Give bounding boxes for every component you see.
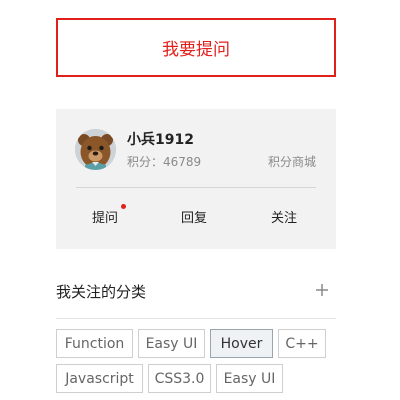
action-reply-label: 回复 [181, 211, 208, 226]
action-ask-label: 提问 [92, 211, 119, 226]
avatar[interactable] [75, 129, 116, 170]
points-value: 46789 [163, 155, 202, 169]
plus-icon[interactable] [314, 282, 330, 298]
action-reply[interactable]: 回复 [181, 207, 207, 226]
action-follow-label: 关注 [271, 211, 298, 226]
action-follow[interactable]: 关注 [271, 207, 297, 226]
points-label: 积分： [127, 155, 164, 169]
category-tag-active[interactable]: Hover [210, 329, 273, 358]
notification-dot-icon [121, 204, 127, 209]
category-tag[interactable]: CSS3.0 [148, 364, 211, 393]
category-tag[interactable]: Easy UI [216, 364, 283, 393]
followed-categories-title: 我关注的分类 [56, 283, 147, 301]
user-profile-card: 小兵1912 积分：46789 积分商城 提问 回复 关注 [56, 109, 336, 249]
action-ask[interactable]: 提问 [92, 204, 127, 226]
profile-actions: 提问 回复 关注 [56, 204, 336, 229]
card-divider [76, 187, 316, 188]
category-tag[interactable]: Easy UI [138, 329, 205, 358]
ask-question-button[interactable]: 我要提问 [56, 18, 336, 77]
username: 小兵1912 [127, 132, 194, 148]
points-mall-link[interactable]: 积分商城 [268, 153, 316, 170]
points-info: 积分：46789 [127, 153, 201, 170]
section-divider [56, 318, 336, 319]
category-tag[interactable]: Javascript [56, 364, 143, 393]
category-tag[interactable]: C++ [278, 329, 326, 358]
category-tag[interactable]: Function [56, 329, 133, 358]
